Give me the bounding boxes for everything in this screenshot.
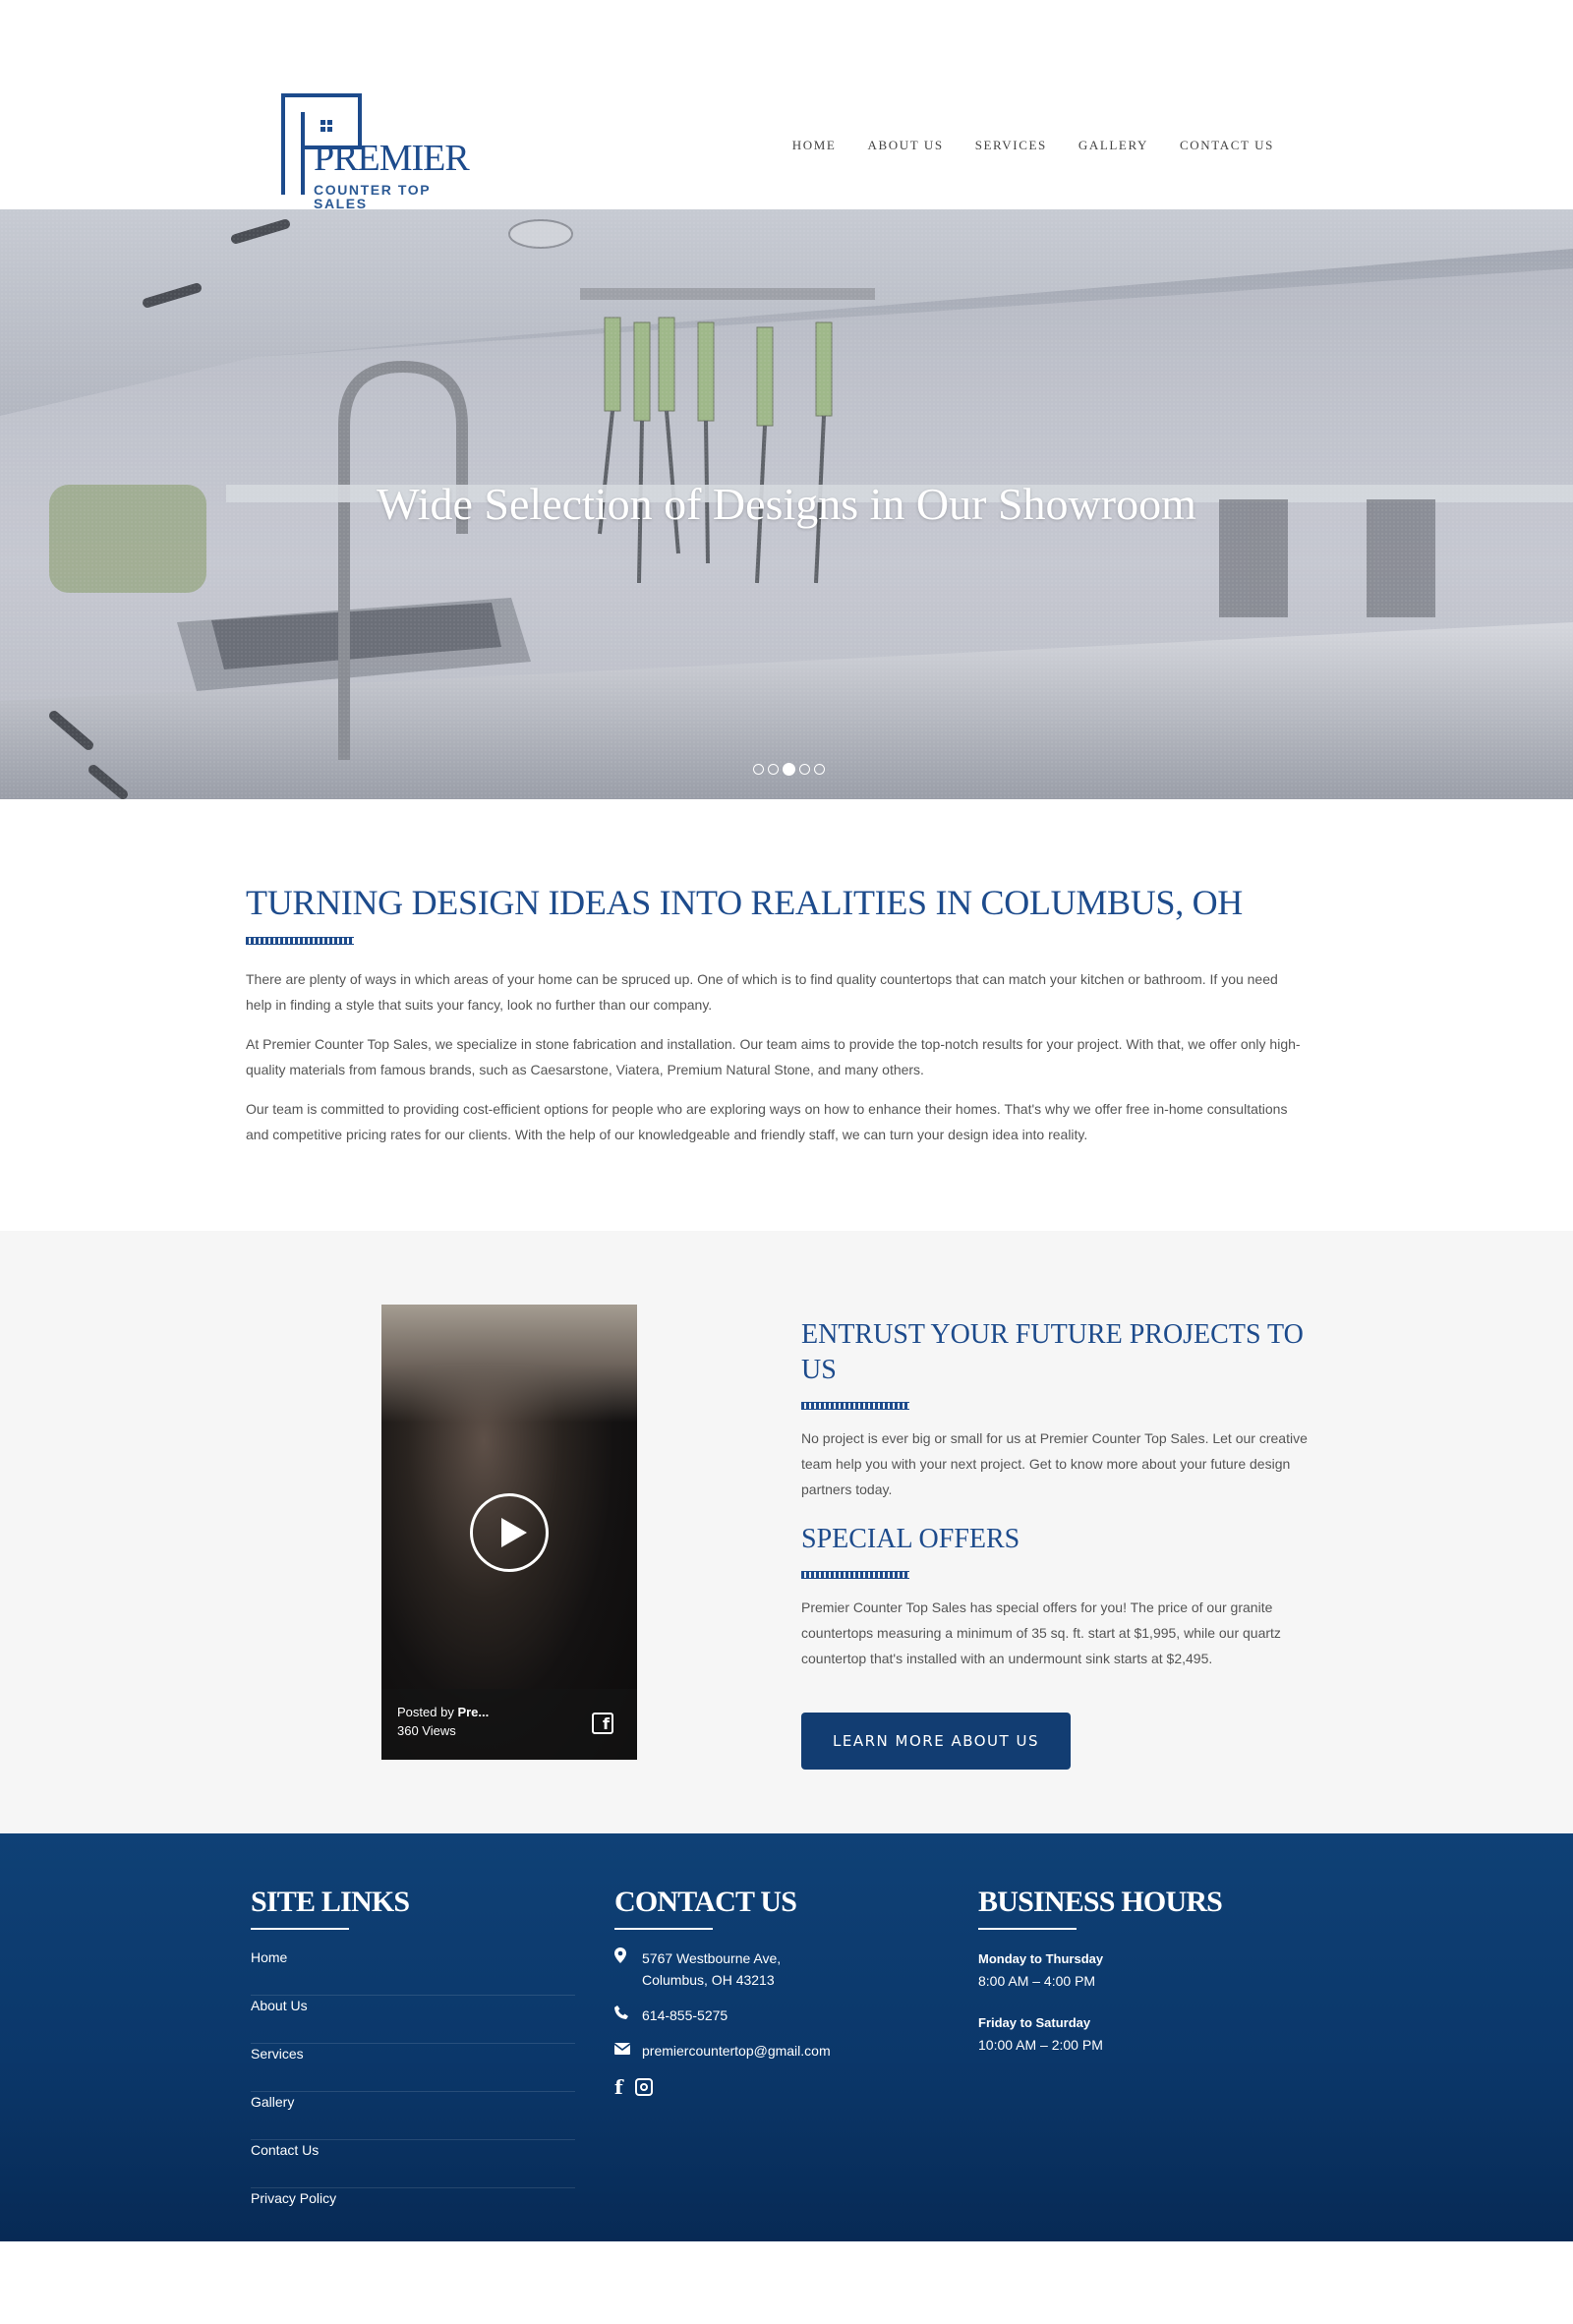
about-heading: TURNING DESIGN IDEAS INTO REALITIES IN C… xyxy=(246,883,1243,922)
hours-block-2: Friday to Saturday 10:00 AM – 2:00 PM xyxy=(978,2011,1222,2056)
logo-wordmark: PREMIER xyxy=(314,138,470,179)
instagram-icon[interactable] xyxy=(634,2078,653,2096)
video-posted-by: Posted by Pre... xyxy=(397,1705,490,1719)
right-column: ENTRUST YOUR FUTURE PROJECTS TO US No pr… xyxy=(801,1317,1332,1770)
nav-services[interactable]: SERVICES xyxy=(975,138,1047,153)
nav-home[interactable]: HOME xyxy=(792,138,837,153)
nav-gallery[interactable]: GALLERY xyxy=(1078,138,1148,153)
slider-dot-3-active[interactable] xyxy=(783,763,795,776)
footer-link-home[interactable]: Home xyxy=(251,1947,575,1996)
email-address[interactable]: premiercountertop@gmail.com xyxy=(642,2040,831,2062)
play-button-icon[interactable] xyxy=(470,1493,549,1572)
main-nav: HOME ABOUT US SERVICES GALLERY CONTACT U… xyxy=(792,138,1274,153)
projects-offers-section: Posted by Pre... 360 Views f ENTRUST YOU… xyxy=(0,1231,1573,1833)
hero-title: Wide Selection of Designs in Our Showroo… xyxy=(377,479,1196,529)
facebook-icon[interactable]: f xyxy=(592,1713,613,1734)
heading-divider xyxy=(801,1571,909,1579)
footer-link-about-us[interactable]: About Us xyxy=(251,1996,575,2044)
contact-email[interactable]: premiercountertop@gmail.com xyxy=(613,2040,831,2062)
facebook-icon[interactable]: f xyxy=(614,2075,623,2099)
entrust-text: No project is ever big or small for us a… xyxy=(801,1430,1308,1497)
contact-address: 5767 Westbourne Ave, Columbus, OH 43213 xyxy=(614,1947,831,1991)
map-pin-icon xyxy=(614,1947,642,1970)
address-line-1: 5767 Westbourne Ave, xyxy=(642,1950,782,1966)
slider-dot-5[interactable] xyxy=(814,764,825,775)
hero-slider: Wide Selection of Designs in Our Showroo… xyxy=(0,209,1573,799)
footer-link-services[interactable]: Services xyxy=(251,2044,575,2092)
nav-about-us[interactable]: ABOUT US xyxy=(867,138,943,153)
about-paragraph-1: There are plenty of ways in which areas … xyxy=(246,971,1278,1013)
contact-phone[interactable]: 614-855-5275 xyxy=(614,2004,831,2026)
business-hours-heading: BUSINESS HOURS xyxy=(978,1886,1223,1918)
footer-link-privacy-policy[interactable]: Privacy Policy xyxy=(251,2188,575,2237)
phone-number[interactable]: 614-855-5275 xyxy=(642,2004,728,2026)
nav-contact-us[interactable]: CONTACT US xyxy=(1180,138,1274,153)
facebook-video-embed[interactable]: Posted by Pre... 360 Views f xyxy=(381,1305,637,1760)
slider-dot-2[interactable] xyxy=(768,764,779,775)
site-footer: SITE LINKS Home About Us Services Galler… xyxy=(0,1833,1573,2241)
learn-more-button[interactable]: LEARN MORE ABOUT US xyxy=(801,1713,1071,1770)
offers-heading: SPECIAL OFFERS xyxy=(801,1524,1020,1554)
hours-days-2: Friday to Saturday xyxy=(978,2015,1091,2030)
slider-dot-4[interactable] xyxy=(799,764,810,775)
phone-icon xyxy=(614,2004,642,2026)
footer-link-contact-us[interactable]: Contact Us xyxy=(251,2140,575,2188)
entrust-heading: ENTRUST YOUR FUTURE PROJECTS TO US xyxy=(801,1319,1304,1385)
about-paragraph-3: Our team is committed to providing cost-… xyxy=(246,1101,1288,1142)
site-header: PREMIER COUNTER TOP SALES HOME ABOUT US … xyxy=(0,0,1573,210)
about-paragraph-2: At Premier Counter Top Sales, we special… xyxy=(246,1036,1301,1077)
heading-divider xyxy=(246,937,354,945)
hours-block-1: Monday to Thursday 8:00 AM – 4:00 PM xyxy=(978,1947,1222,1992)
envelope-icon xyxy=(613,2040,642,2062)
footer-contact: CONTACT US 5767 Westbourne Ave, Columbus… xyxy=(613,1883,831,2099)
footer-business-hours: BUSINESS HOURS Monday to Thursday 8:00 A… xyxy=(978,1883,1223,2075)
slider-dot-1[interactable] xyxy=(753,764,764,775)
hours-time-2: 10:00 AM – 2:00 PM xyxy=(978,2037,1103,2053)
hours-days-1: Monday to Thursday xyxy=(978,1951,1104,1966)
heading-divider xyxy=(801,1402,909,1410)
site-links-heading: SITE LINKS xyxy=(251,1886,410,1918)
video-views: 360 Views xyxy=(397,1723,456,1738)
video-footer: Posted by Pre... 360 Views f xyxy=(381,1689,637,1760)
logo[interactable]: PREMIER COUNTER TOP SALES xyxy=(281,92,470,210)
social-links: f xyxy=(614,2075,831,2099)
slider-pagination xyxy=(753,763,825,776)
footer-heading-underline xyxy=(978,1928,1077,1930)
footer-heading-underline xyxy=(614,1928,713,1930)
offers-text: Premier Counter Top Sales has special of… xyxy=(801,1599,1281,1666)
footer-link-gallery[interactable]: Gallery xyxy=(251,2092,575,2140)
contact-heading: CONTACT US xyxy=(614,1886,797,1918)
logo-tagline: COUNTER TOP SALES xyxy=(314,182,431,211)
footer-heading-underline xyxy=(251,1928,349,1930)
video-thumbnail-highlight xyxy=(381,1305,637,1423)
hours-time-1: 8:00 AM – 4:00 PM xyxy=(978,1973,1096,1989)
footer-site-links: SITE LINKS Home About Us Services Galler… xyxy=(251,1883,575,2237)
address-line-2: Columbus, OH 43213 xyxy=(642,1972,775,1988)
about-section: TURNING DESIGN IDEAS INTO REALITIES IN C… xyxy=(246,880,1327,1161)
